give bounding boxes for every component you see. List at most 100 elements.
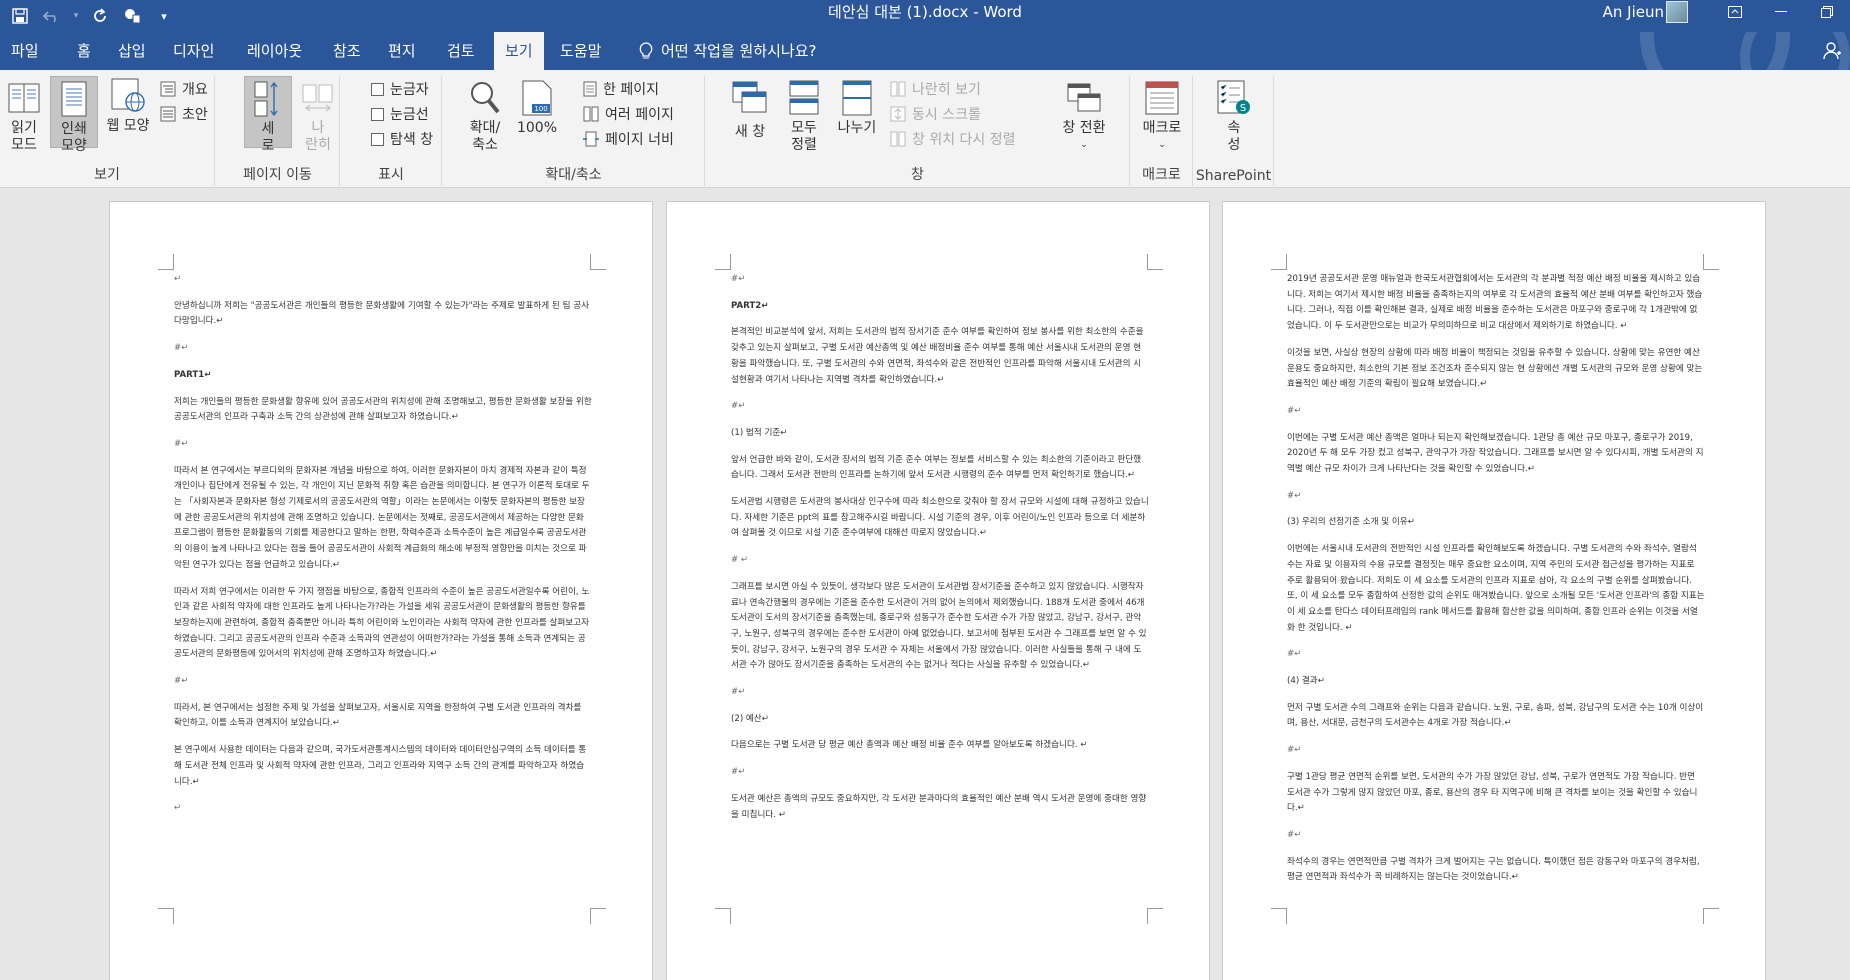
draft-button[interactable]: 초안 (160, 103, 208, 125)
crop-mark (158, 908, 174, 924)
paragraph[interactable]: (3) 우리의 선정기준 소개 및 이유↵ (1287, 515, 1705, 531)
page-width-button[interactable]: 페이지 너비 (583, 128, 674, 150)
paragraph-mark[interactable]: #↵ (731, 272, 1149, 288)
document-page-3[interactable]: 2019년 공공도서관 운영 매뉴얼과 한국도서관협회에서는 도서관의 각 분과… (1222, 201, 1766, 980)
print-layout-label: 인쇄 모양 (61, 121, 87, 154)
restore-icon[interactable] (1804, 0, 1850, 24)
paragraph[interactable]: 2019년 공공도서관 운영 매뉴얼과 한국도서관협회에서는 도서관의 각 분과… (1287, 272, 1705, 335)
tab-view[interactable]: 보기 (494, 32, 544, 70)
split-button[interactable]: 나누기 (830, 76, 884, 137)
side-to-side-button[interactable]: 나 란히 (294, 76, 342, 154)
avatar[interactable] (1666, 1, 1688, 23)
paragraph-mark[interactable]: ↵ (174, 272, 592, 288)
nav-pane-check[interactable] (371, 132, 384, 146)
switch-windows-button[interactable]: 창 전환 ⌄ (1054, 76, 1114, 154)
paragraph[interactable]: 도서관 예산은 총액의 규모도 중요하지만, 각 도서관 분과마다의 효율적인 … (731, 792, 1149, 823)
paragraph-mark[interactable]: #↵ (174, 674, 592, 690)
paragraph[interactable]: 먼저 구별 도서관 수의 그래프와 순위는 다음과 같습니다. 노원, 구로, … (1287, 701, 1705, 732)
paragraph[interactable]: (4) 결과↵ (1287, 674, 1705, 690)
paragraph-mark[interactable]: #↵ (1287, 828, 1705, 844)
tell-me-box[interactable]: 어떤 작업을 원하시나요? (628, 32, 828, 70)
reset-window-position-button[interactable]: 창 위치 다시 정렬 (890, 128, 1016, 150)
web-layout-button[interactable]: 웹 모양 (102, 76, 154, 135)
paragraph[interactable]: 저희는 개인들의 평등한 문화생활 향유에 있어 공공도서관의 위치성에 관해 … (174, 395, 592, 426)
paragraph[interactable]: 따라서 저희 연구에서는 이러한 두 가지 쟁점을 바탕으로, 종합적 인프라의… (174, 585, 592, 664)
print-layout-button[interactable]: 인쇄 모양 (50, 76, 98, 154)
paragraph[interactable]: 구별 1관당 평균 연면적 순위를 보면, 도서관의 수가 가장 많았던 강남,… (1287, 770, 1705, 817)
split-icon (830, 76, 884, 120)
paragraph-mark[interactable]: #↵ (731, 765, 1149, 781)
one-page-button[interactable]: 한 페이지 (583, 78, 659, 100)
arrange-all-button[interactable]: 모두 정렬 (780, 76, 828, 154)
paragraph[interactable]: (2) 예산↵ (731, 712, 1149, 728)
paragraph[interactable]: 그래프를 보시면 아실 수 있듯이, 생각보다 많은 도서관이 도서관법 장서기… (731, 580, 1149, 674)
paragraph-mark[interactable]: #↵ (1287, 743, 1705, 759)
zoom-group: 확대/ 축소 100 100% 한 페이지 여러 페이지 페이지 너비 확대/축… (443, 76, 705, 186)
multiple-pages-icon (583, 106, 599, 122)
paragraph[interactable]: 본 연구에서 사용한 데이터는 다음과 같으며, 국가도서관통계시스템의 데이터… (174, 743, 592, 790)
document-workspace[interactable]: ↵ 안녕하십니까 저희는 "공공도서관은 개인들의 평등한 문화생활에 기여할 … (0, 189, 1850, 980)
paragraph-mark[interactable]: #↵ (174, 437, 592, 453)
paragraph-mark[interactable]: ↵ (174, 801, 592, 817)
lightbulb-icon (639, 42, 653, 59)
section-heading[interactable]: PART1↵ (174, 368, 592, 384)
properties-button[interactable]: S 속 성 (1210, 76, 1258, 154)
paragraph-mark[interactable]: #↵ (174, 341, 592, 357)
page-text[interactable]: ↵ 안녕하십니까 저희는 "공공도서관은 개인들의 평등한 문화생활에 기여할 … (174, 272, 592, 828)
tab-layout[interactable]: 레이아웃 (236, 32, 313, 70)
tab-file[interactable]: 파일 (0, 32, 50, 70)
paragraph-mark[interactable]: # ↵ (731, 553, 1149, 569)
view-side-by-side-button[interactable]: 나란히 보기 (890, 78, 981, 100)
paragraph-mark[interactable]: #↵ (731, 399, 1149, 415)
zoom-button[interactable]: 확대/ 축소 (459, 76, 511, 154)
paragraph-mark[interactable]: #↵ (1287, 647, 1705, 663)
paragraph-mark[interactable]: #↵ (1287, 489, 1705, 505)
paragraph[interactable]: 도서관법 시행령은 도서관의 봉사대상 인구수에 따라 최소한으로 갖춰야 할 … (731, 495, 1149, 542)
page-text[interactable]: #↵ PART2↵ 본격적인 비교분석에 앞서, 저희는 도서관의 법적 장서기준 … (731, 272, 1149, 834)
paragraph[interactable]: 이번에는 서울시내 도서관의 전반적인 시설 인프라를 확인해보도록 하겠습니다… (1287, 542, 1705, 636)
nav-pane-checkbox[interactable]: 탐색 창 (371, 128, 433, 150)
ruler-checkbox[interactable]: 눈금자 (371, 78, 429, 100)
share-icon[interactable] (1822, 40, 1844, 62)
tab-design[interactable]: 디자인 (162, 32, 225, 70)
paragraph[interactable]: 따라서, 본 연구에서는 설정한 주제 및 가설을 살펴보고자, 서울시로 지역… (174, 701, 592, 732)
paragraph[interactable]: 다음으로는 구별 도서관 당 평균 예산 총액과 예산 배정 비율 준수 여부를… (731, 738, 1149, 754)
tab-mailings[interactable]: 편지 (377, 32, 427, 70)
vertical-button[interactable]: 세 로 (244, 76, 292, 154)
section-heading[interactable]: PART2↵ (731, 299, 1149, 315)
tab-references[interactable]: 참조 (322, 32, 372, 70)
paragraph[interactable]: 이것을 보면, 사실상 현장의 상황에 따라 배정 비율이 책정되는 것임을 유… (1287, 346, 1705, 393)
paragraph[interactable]: 본격적인 비교분석에 앞서, 저희는 도서관의 법적 장서기준 준수 여부를 확… (731, 325, 1149, 388)
paragraph-mark[interactable]: #↵ (1287, 404, 1705, 420)
outline-button[interactable]: 개요 (160, 78, 208, 100)
tab-help[interactable]: 도움말 (549, 32, 612, 70)
read-mode-button[interactable]: 읽기 모드 (0, 76, 48, 154)
paragraph[interactable]: 이번에는 구별 도서관 예산 총액은 얼마나 되는지 확인해보겠습니다. 1관당… (1287, 431, 1705, 478)
multiple-pages-button[interactable]: 여러 페이지 (583, 103, 674, 125)
paragraph[interactable]: 좌석수의 경우는 연면적만큼 구별 격차가 크게 벌어지는 구는 없습니다. 특… (1287, 855, 1705, 886)
sync-scroll-button[interactable]: 동시 스크롤 (890, 103, 981, 125)
tab-insert[interactable]: 삽입 (107, 32, 157, 70)
split-label: 나누기 (837, 120, 877, 136)
tab-home[interactable]: 홈 (66, 32, 102, 70)
zoom-100-button[interactable]: 100 100% (513, 76, 561, 137)
ribbon-display-options-icon[interactable] (1712, 0, 1758, 24)
gridlines-check[interactable] (371, 107, 384, 121)
user-name[interactable]: An Jieun (1603, 0, 1664, 24)
paragraph[interactable]: 따라서 본 연구에서는 부르디외의 문화자본 개념을 바탕으로 하여, 이러한 … (174, 464, 592, 574)
paragraph[interactable]: 안녕하십니까 저희는 "공공도서관은 개인들의 평등한 문화생활에 기여할 수 … (174, 299, 592, 330)
ruler-check[interactable] (371, 82, 384, 96)
macros-button[interactable]: 매크로 ⌄ (1135, 76, 1189, 154)
crop-mark (715, 908, 731, 924)
document-page-2[interactable]: #↵ PART2↵ 본격적인 비교분석에 앞서, 저희는 도서관의 법적 장서기준 … (666, 201, 1210, 980)
read-mode-icon (0, 76, 48, 120)
gridlines-checkbox[interactable]: 눈금선 (371, 103, 429, 125)
new-window-button[interactable]: 새 창 (724, 76, 776, 141)
page-text[interactable]: 2019년 공공도서관 운영 매뉴얼과 한국도서관협회에서는 도서관의 각 분과… (1287, 272, 1705, 897)
paragraph[interactable]: (1) 법적 기준↵ (731, 426, 1149, 442)
tab-review[interactable]: 검토 (436, 32, 486, 70)
document-page-1[interactable]: ↵ 안녕하십니까 저희는 "공공도서관은 개인들의 평등한 문화생활에 기여할 … (109, 201, 653, 980)
paragraph-mark[interactable]: #↵ (731, 685, 1149, 701)
minimize-icon[interactable] (1758, 0, 1804, 24)
paragraph[interactable]: 앞서 언급한 바와 같이, 도서관 장서의 법적 기준 준수 여부는 정보를 서… (731, 453, 1149, 484)
